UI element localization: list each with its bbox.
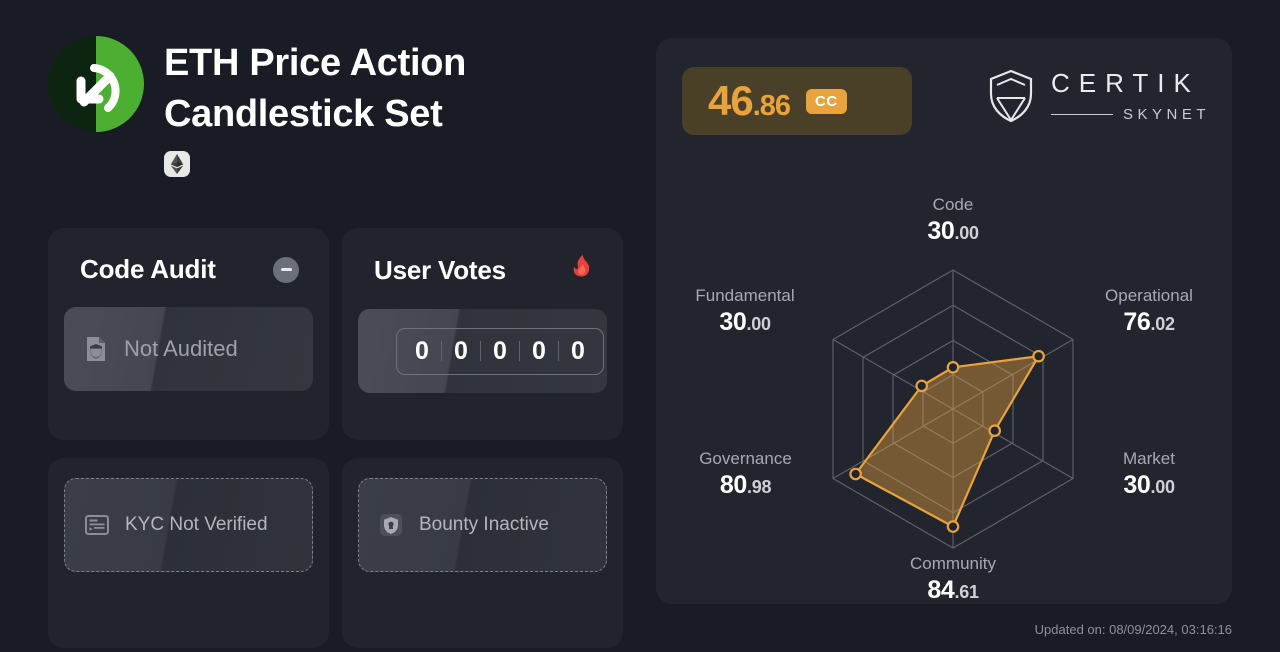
radar-point-market	[988, 424, 1001, 437]
axis-value-governance: 80.98	[719, 471, 772, 500]
radar-label-governance: Governance 80.98	[677, 449, 814, 500]
document-shield-icon	[87, 337, 105, 361]
radar-label-fundamental: Fundamental 30.00	[672, 286, 818, 337]
score-integer: 46	[708, 77, 754, 124]
flame-icon	[570, 254, 593, 287]
score-decimal: .86	[752, 90, 791, 122]
user-votes-counter-pill[interactable]: 0 0 0 0 0	[358, 309, 607, 393]
page-title: ETH Price Action Candlestick Set	[164, 42, 467, 135]
shield-lock-icon	[380, 514, 402, 536]
skynet-score-panel: 46.86 CC CERTIK SKYNET Code 30.00 Operat…	[656, 38, 1232, 604]
project-header: ETH Price Action Candlestick Set	[48, 36, 544, 178]
axis-value-community: 84.61	[927, 576, 979, 604]
ethereum-icon	[170, 154, 184, 175]
code-audit-status-label: Not Audited	[124, 336, 238, 361]
bounty-status-pill[interactable]: Bounty Inactive	[358, 478, 607, 572]
user-votes-card-header: User Votes	[358, 254, 607, 287]
user-votes-title: User Votes	[374, 255, 506, 285]
minus-badge-icon	[273, 256, 299, 283]
axis-value-operational: 76.02	[1123, 308, 1175, 337]
grade-chip: CC	[806, 88, 847, 114]
kyc-card: KYC Not Verified	[48, 458, 329, 648]
radar-point-operational	[1032, 349, 1045, 363]
radar-label-code: Code 30.00	[903, 195, 1003, 246]
axis-name-code: Code	[932, 195, 974, 214]
axis-name-fundamental: Fundamental	[695, 286, 795, 305]
radar-label-operational: Operational 76.02	[1084, 286, 1214, 337]
kyc-status-pill[interactable]: KYC Not Verified	[64, 478, 313, 572]
vote-digit: 0	[415, 336, 429, 365]
radar-point-governance	[849, 467, 862, 481]
radar-data-area	[854, 355, 1040, 528]
axis-value-market: 30.00	[1123, 471, 1175, 500]
code-audit-card-header: Code Audit	[64, 254, 313, 285]
kyc-status-label: KYC Not Verified	[125, 514, 268, 535]
skynet-rule	[1050, 113, 1113, 116]
bounty-status-label: Bounty Inactive	[419, 514, 549, 535]
radar-label-market: Market 30.00	[1094, 449, 1204, 500]
radar-point-code	[946, 361, 960, 374]
overall-score-badge: 46.86 CC	[682, 67, 912, 135]
status-card-row-top: Code Audit Not Audited User Votes 0 0 0 …	[48, 228, 624, 440]
certik-wordmark-block: CERTIK SKYNET	[1050, 68, 1210, 123]
logo-arrow-glyph	[76, 64, 120, 112]
user-votes-card: User Votes 0 0 0 0 0	[342, 228, 623, 440]
certik-wordmark: CERTIK	[1050, 68, 1200, 99]
radar-point-community	[946, 520, 960, 533]
axis-value-code: 30.00	[927, 217, 979, 246]
skynet-project-card: ETH Price Action Candlestick Set Code Au…	[0, 0, 1280, 652]
axis-value-fundamental: 30.00	[719, 308, 771, 337]
id-card-icon	[85, 515, 109, 535]
radar-label-community: Community 84.61	[888, 554, 1018, 604]
certik-skynet-logo: CERTIK SKYNET	[987, 68, 1210, 124]
vote-digit: 0	[532, 336, 546, 365]
vote-digit: 0	[571, 336, 585, 365]
updated-timestamp: Updated on: 08/09/2024, 03:16:16	[1034, 622, 1232, 637]
status-card-row-bottom: KYC Not Verified Bounty Inactive	[48, 440, 624, 648]
radar-point-fundamental	[915, 379, 928, 393]
certik-shield-icon	[989, 69, 1033, 123]
security-radar-chart: Code 30.00 Operational 76.02 Market 30.0…	[656, 158, 1232, 604]
code-audit-title: Code Audit	[80, 254, 216, 284]
chain-badge-list	[164, 151, 544, 178]
vote-digit: 0	[454, 336, 468, 365]
status-card-grid: Code Audit Not Audited User Votes 0 0 0 …	[48, 228, 624, 648]
axis-name-governance: Governance	[699, 449, 792, 468]
vote-counter: 0 0 0 0 0	[396, 327, 604, 375]
code-audit-status-pill[interactable]: Not Audited	[64, 307, 313, 391]
left-column: ETH Price Action Candlestick Set Code Au…	[0, 0, 640, 652]
arrow-up-right-circle-logo	[48, 36, 144, 132]
title-block: ETH Price Action Candlestick Set	[164, 36, 544, 178]
skynet-wordmark: SKYNET	[1122, 105, 1210, 123]
axis-name-operational: Operational	[1105, 286, 1193, 305]
code-audit-card: Code Audit Not Audited	[48, 228, 329, 440]
ethereum-chain-badge	[164, 151, 190, 178]
bounty-card: Bounty Inactive	[342, 458, 623, 648]
skynet-line: SKYNET	[1050, 105, 1210, 123]
axis-name-community: Community	[910, 554, 996, 573]
overall-score-value: 46.86	[708, 77, 791, 125]
vote-digit: 0	[493, 336, 507, 365]
axis-name-market: Market	[1123, 449, 1175, 468]
